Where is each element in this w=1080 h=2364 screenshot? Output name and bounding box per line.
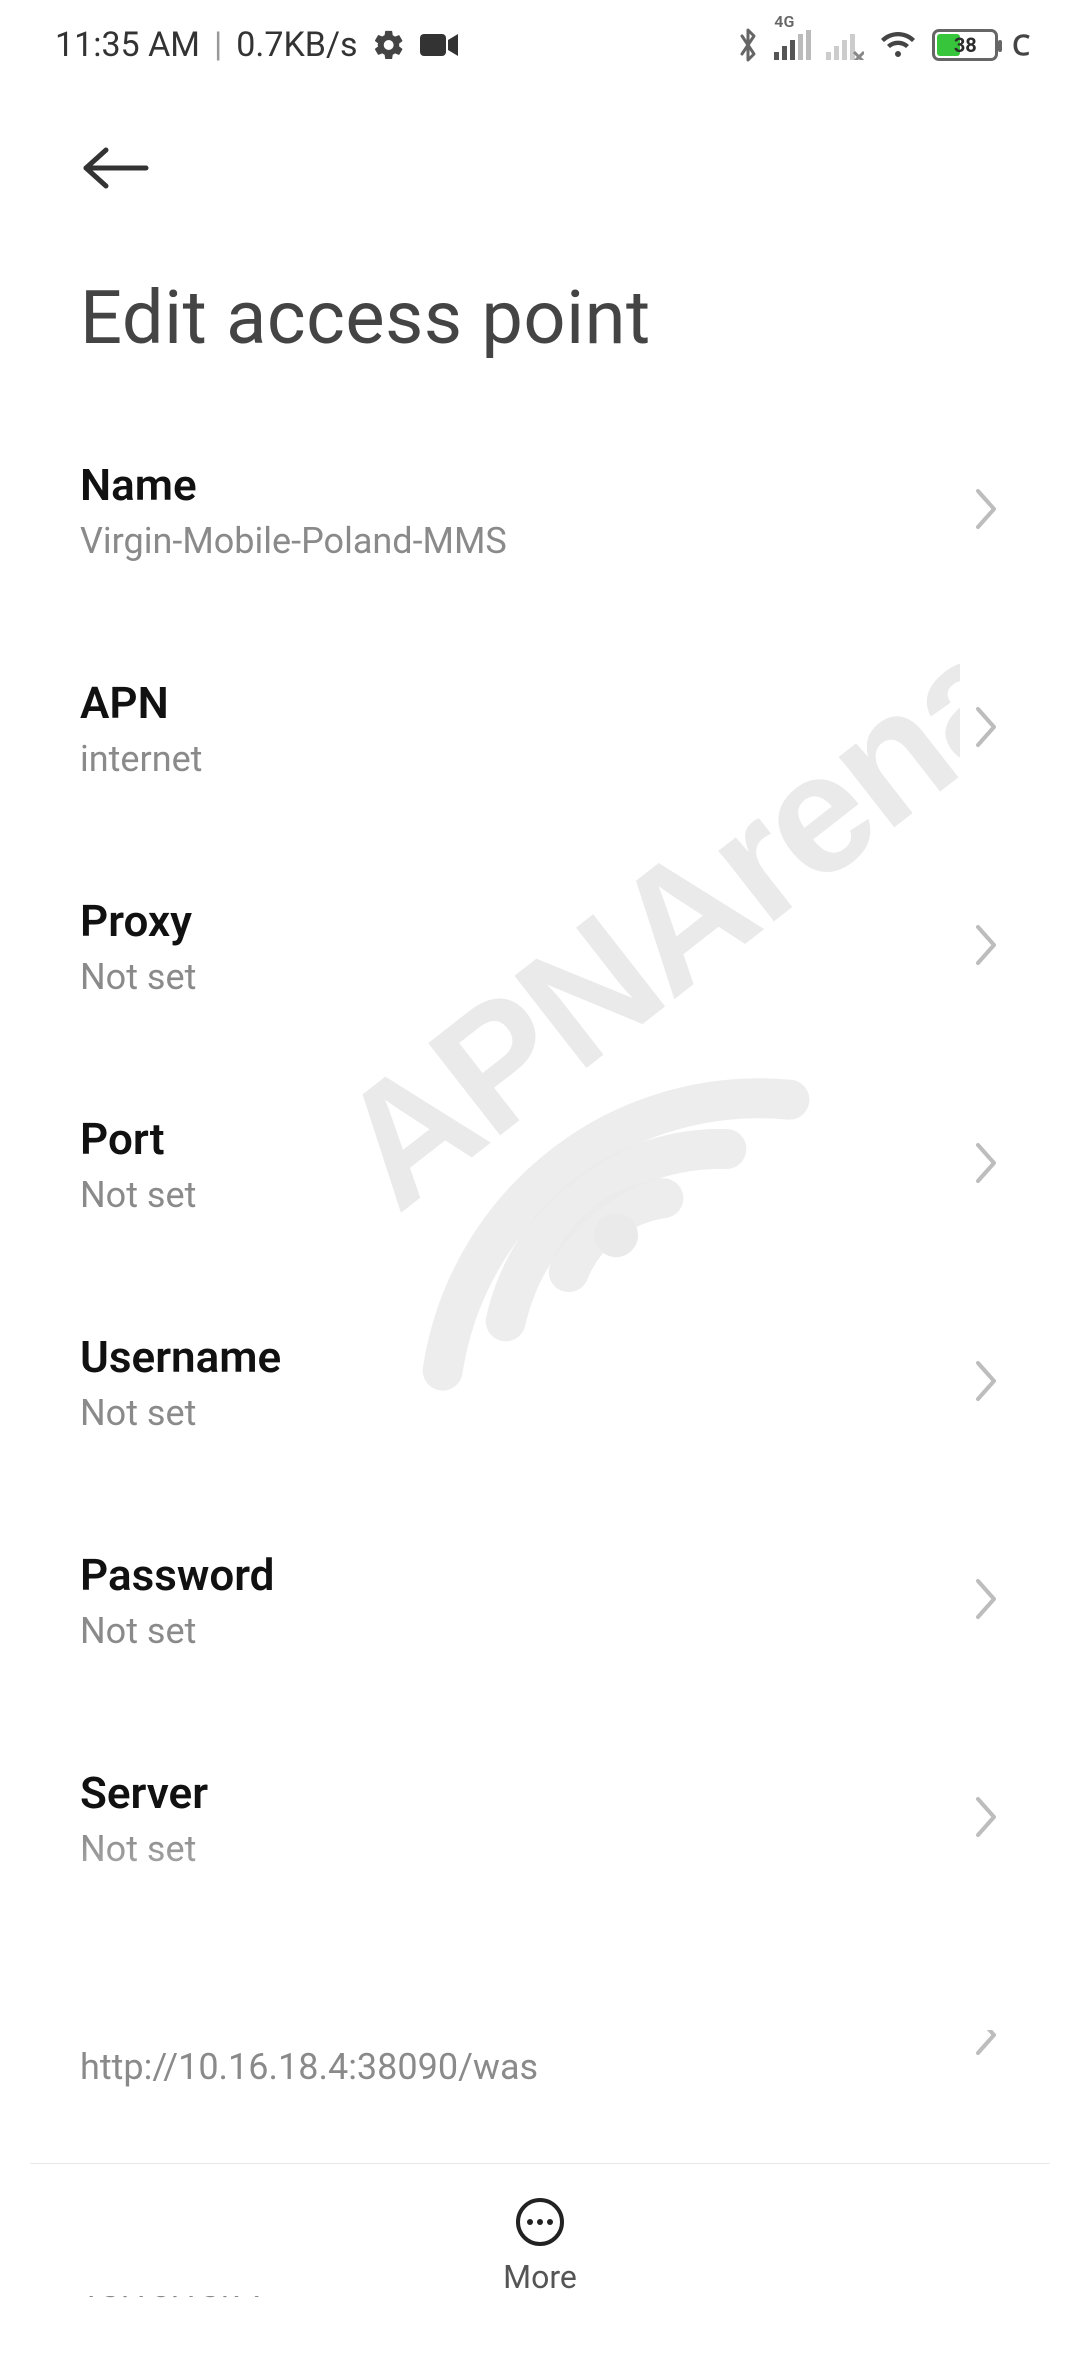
video-camera-icon — [420, 32, 458, 58]
row-value: Not set — [80, 955, 196, 1000]
apn-name-row[interactable]: Name Virgin-Mobile-Poland-MMS — [80, 402, 1000, 620]
back-button[interactable] — [80, 176, 150, 195]
gear-icon — [372, 28, 406, 62]
bluetooth-icon — [736, 26, 760, 64]
row-title: Port — [80, 1112, 196, 1167]
chevron-right-icon — [974, 923, 1000, 971]
row-value: Not set — [80, 1173, 196, 1218]
chevron-right-icon — [974, 1577, 1000, 1625]
status-bar: 11:35 AM | 0.7KB/s 4G — [0, 0, 1080, 90]
row-title: MMSC — [80, 1984, 538, 2039]
row-value: internet — [80, 737, 202, 782]
row-value: Not set — [80, 1827, 208, 1872]
row-title: APN — [80, 676, 202, 731]
row-value: Not set — [80, 1609, 274, 1654]
charging-icon: 𐊢 — [1012, 26, 1030, 64]
row-value: http://10.16.18.4:38090/was — [80, 2045, 538, 2090]
apn-port-row[interactable]: Port Not set — [80, 1056, 1000, 1274]
page-title: Edit access point — [80, 275, 1000, 362]
status-time: 11:35 AM — [55, 25, 200, 65]
chevron-right-icon — [974, 1795, 1000, 1843]
status-separator: | — [214, 25, 222, 65]
more-label: More — [503, 2258, 577, 2296]
chevron-right-icon — [974, 1359, 1000, 1407]
signal-4g-icon: 4G — [774, 30, 812, 60]
apn-proxy-row[interactable]: Proxy Not set — [80, 838, 1000, 1056]
apn-mmsc-row[interactable]: MMSC http://10.16.18.4:38090/was — [80, 1928, 1000, 2146]
apn-password-row[interactable]: Password Not set — [80, 1492, 1000, 1710]
status-transfer: 0.7KB/s — [236, 25, 357, 65]
apn-server-row[interactable]: Server Not set — [80, 1710, 1000, 1928]
apn-apn-row[interactable]: APN internet — [80, 620, 1000, 838]
row-title: Name — [80, 458, 507, 513]
signal-no-sim-icon — [826, 30, 864, 60]
more-button[interactable]: More — [0, 2174, 1080, 2296]
apn-username-row[interactable]: Username Not set — [80, 1274, 1000, 1492]
chevron-right-icon — [974, 705, 1000, 753]
row-value: Not set — [80, 1391, 281, 1436]
row-title: Password — [80, 1548, 274, 1603]
battery-icon: 38 — [932, 29, 998, 61]
chevron-right-icon — [974, 487, 1000, 535]
row-title: Username — [80, 1330, 281, 1385]
apn-fields-list: Name Virgin-Mobile-Poland-MMS APN intern… — [0, 402, 1080, 2364]
row-title: Server — [80, 1766, 208, 1821]
chevron-right-icon — [974, 2013, 1000, 2061]
chevron-right-icon — [974, 1141, 1000, 1189]
row-value: Virgin-Mobile-Poland-MMS — [80, 519, 507, 564]
wifi-icon — [878, 29, 918, 61]
row-title: Proxy — [80, 894, 196, 949]
